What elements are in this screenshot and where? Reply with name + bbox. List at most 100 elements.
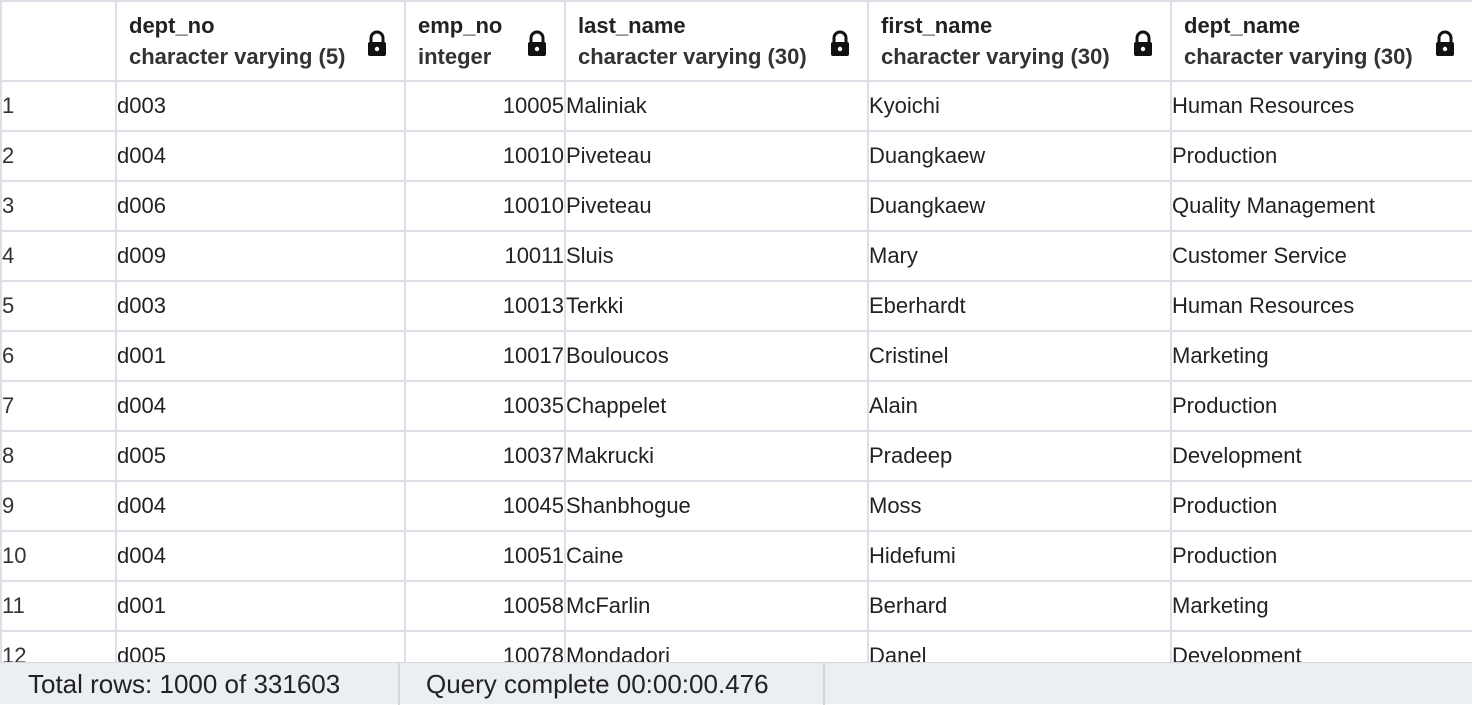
table-row[interactable]: 11 d001 10058 McFarlin Berhard Marketing [0,580,1472,632]
cell-last-name[interactable]: Piveteau [564,180,869,232]
cell-first-name[interactable]: Hidefumi [867,530,1172,582]
cell-emp-no[interactable]: 10005 [404,80,566,132]
cell-last-name[interactable]: Maliniak [564,80,869,132]
table-row[interactable]: 2 d004 10010 Piveteau Duangkaew Production [0,130,1472,182]
cell-dept-no[interactable]: d005 [115,630,406,662]
cell-last-name[interactable]: Sluis [564,230,869,282]
lock-icon [368,30,386,56]
cell-dept-name[interactable]: Human Resources [1170,80,1472,132]
table-row[interactable]: 3 d006 10010 Piveteau Duangkaew Quality Manag… [0,180,1472,232]
status-bar: Total rows: 1000 of 331603 Query complet… [0,662,1472,705]
column-header-dept-no[interactable]: dept_no character varying (5) [115,0,406,82]
cell-dept-no[interactable]: d003 [115,280,406,332]
cell-last-name[interactable]: Chappelet [564,380,869,432]
column-name: first_name [881,13,993,38]
cell-first-name[interactable]: Kyoichi [867,80,1172,132]
column-header-first-name[interactable]: first_name character varying (30) [867,0,1172,82]
cell-dept-name[interactable]: Production [1170,530,1472,582]
cell-dept-name[interactable]: Development [1170,430,1472,482]
cell-dept-no[interactable]: d001 [115,580,406,632]
row-number-cell[interactable]: 5 [0,280,117,332]
cell-emp-no[interactable]: 10035 [404,380,566,432]
cell-emp-no[interactable]: 10045 [404,480,566,532]
cell-emp-no[interactable]: 10078 [404,630,566,662]
column-name: dept_name [1184,13,1301,38]
row-number-cell[interactable]: 7 [0,380,117,432]
cell-dept-name[interactable]: Production [1170,130,1472,182]
column-header-emp-no[interactable]: emp_no integer [404,0,566,82]
cell-dept-no[interactable]: d004 [115,130,406,182]
cell-last-name[interactable]: Makrucki [564,430,869,482]
table-row[interactable]: 12 d005 10078 Mondadori Danel Development [0,630,1472,662]
table-row[interactable]: 10 d004 10051 Caine Hidefumi Production [0,530,1472,582]
cell-emp-no[interactable]: 10037 [404,430,566,482]
cell-dept-name[interactable]: Human Resources [1170,280,1472,332]
cell-dept-name[interactable]: Quality Management [1170,180,1472,232]
column-type: character varying (30) [578,44,807,69]
row-number-cell[interactable]: 10 [0,530,117,582]
cell-dept-no[interactable]: d009 [115,230,406,282]
cell-last-name[interactable]: Shanbhogue [564,480,869,532]
cell-dept-name[interactable]: Marketing [1170,330,1472,382]
cell-first-name[interactable]: Moss [867,480,1172,532]
cell-last-name[interactable]: Caine [564,530,869,582]
table-row[interactable]: 4 d009 10011 Sluis Mary Customer Service [0,230,1472,282]
total-rows-status: Total rows: 1000 of 331603 [0,662,400,705]
cell-dept-name[interactable]: Customer Service [1170,230,1472,282]
row-number-cell[interactable]: 9 [0,480,117,532]
cell-last-name[interactable]: Bouloucos [564,330,869,382]
cell-emp-no[interactable]: 10051 [404,530,566,582]
cell-last-name[interactable]: Terkki [564,280,869,332]
data-output-grid[interactable]: dept_no character varying (5) emp_no int… [0,0,1472,662]
row-number-cell[interactable]: 2 [0,130,117,182]
cell-emp-no[interactable]: 10058 [404,580,566,632]
cell-first-name[interactable]: Mary [867,230,1172,282]
row-number-cell[interactable]: 3 [0,180,117,232]
cell-emp-no[interactable]: 10010 [404,180,566,232]
cell-dept-name[interactable]: Production [1170,480,1472,532]
row-number-cell[interactable]: 8 [0,430,117,482]
cell-last-name[interactable]: Piveteau [564,130,869,182]
table-row[interactable]: 9 d004 10045 Shanbhogue Moss Production [0,480,1472,532]
column-header-dept-name[interactable]: dept_name character varying (30) [1170,0,1472,82]
row-number-cell[interactable]: 4 [0,230,117,282]
cell-dept-no[interactable]: d003 [115,80,406,132]
cell-dept-no[interactable]: d005 [115,430,406,482]
cell-first-name[interactable]: Danel [867,630,1172,662]
query-time-status: Query complete 00:00:00.476 [400,662,825,705]
column-name: dept_no [129,13,215,38]
cell-first-name[interactable]: Duangkaew [867,180,1172,232]
row-number-cell[interactable]: 11 [0,580,117,632]
column-header-last-name[interactable]: last_name character varying (30) [564,0,869,82]
table-row[interactable]: 6 d001 10017 Bouloucos Cristinel Marketing [0,330,1472,382]
cell-dept-name[interactable]: Production [1170,380,1472,432]
cell-first-name[interactable]: Berhard [867,580,1172,632]
cell-dept-no[interactable]: d004 [115,480,406,532]
table-row[interactable]: 7 d004 10035 Chappelet Alain Production [0,380,1472,432]
cell-dept-no[interactable]: d006 [115,180,406,232]
lock-icon [528,30,546,56]
table-row[interactable]: 5 d003 10013 Terkki Eberhardt Human Resources [0,280,1472,332]
row-number-cell[interactable]: 1 [0,80,117,132]
cell-dept-name[interactable]: Marketing [1170,580,1472,632]
table-row[interactable]: 1 d003 10005 Maliniak Kyoichi Human Resources [0,80,1472,132]
row-number-cell[interactable]: 12 [0,630,117,662]
cell-dept-name[interactable]: Development [1170,630,1472,662]
cell-emp-no[interactable]: 10011 [404,230,566,282]
cell-emp-no[interactable]: 10013 [404,280,566,332]
cell-dept-no[interactable]: d001 [115,330,406,382]
cell-last-name[interactable]: Mondadori [564,630,869,662]
cell-last-name[interactable]: McFarlin [564,580,869,632]
cell-emp-no[interactable]: 10010 [404,130,566,182]
cell-dept-no[interactable]: d004 [115,530,406,582]
row-number-cell[interactable]: 6 [0,330,117,382]
cell-first-name[interactable]: Duangkaew [867,130,1172,182]
cell-emp-no[interactable]: 10017 [404,330,566,382]
cell-first-name[interactable]: Eberhardt [867,280,1172,332]
cell-first-name[interactable]: Alain [867,380,1172,432]
cell-dept-no[interactable]: d004 [115,380,406,432]
table-row[interactable]: 8 d005 10037 Makrucki Pradeep Development [0,430,1472,482]
cell-first-name[interactable]: Pradeep [867,430,1172,482]
column-type: character varying (5) [129,44,346,69]
cell-first-name[interactable]: Cristinel [867,330,1172,382]
